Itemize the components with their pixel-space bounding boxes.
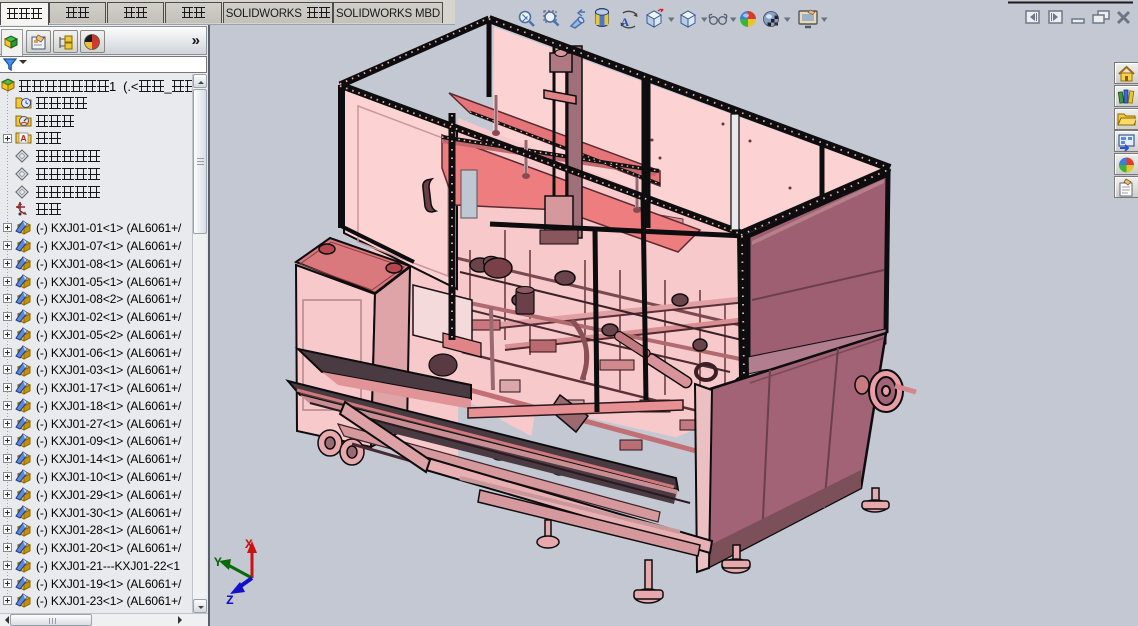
svg-text:Z: Z <box>226 593 234 608</box>
svg-text:X: X <box>245 537 253 552</box>
svg-text:Y: Y <box>214 555 222 570</box>
